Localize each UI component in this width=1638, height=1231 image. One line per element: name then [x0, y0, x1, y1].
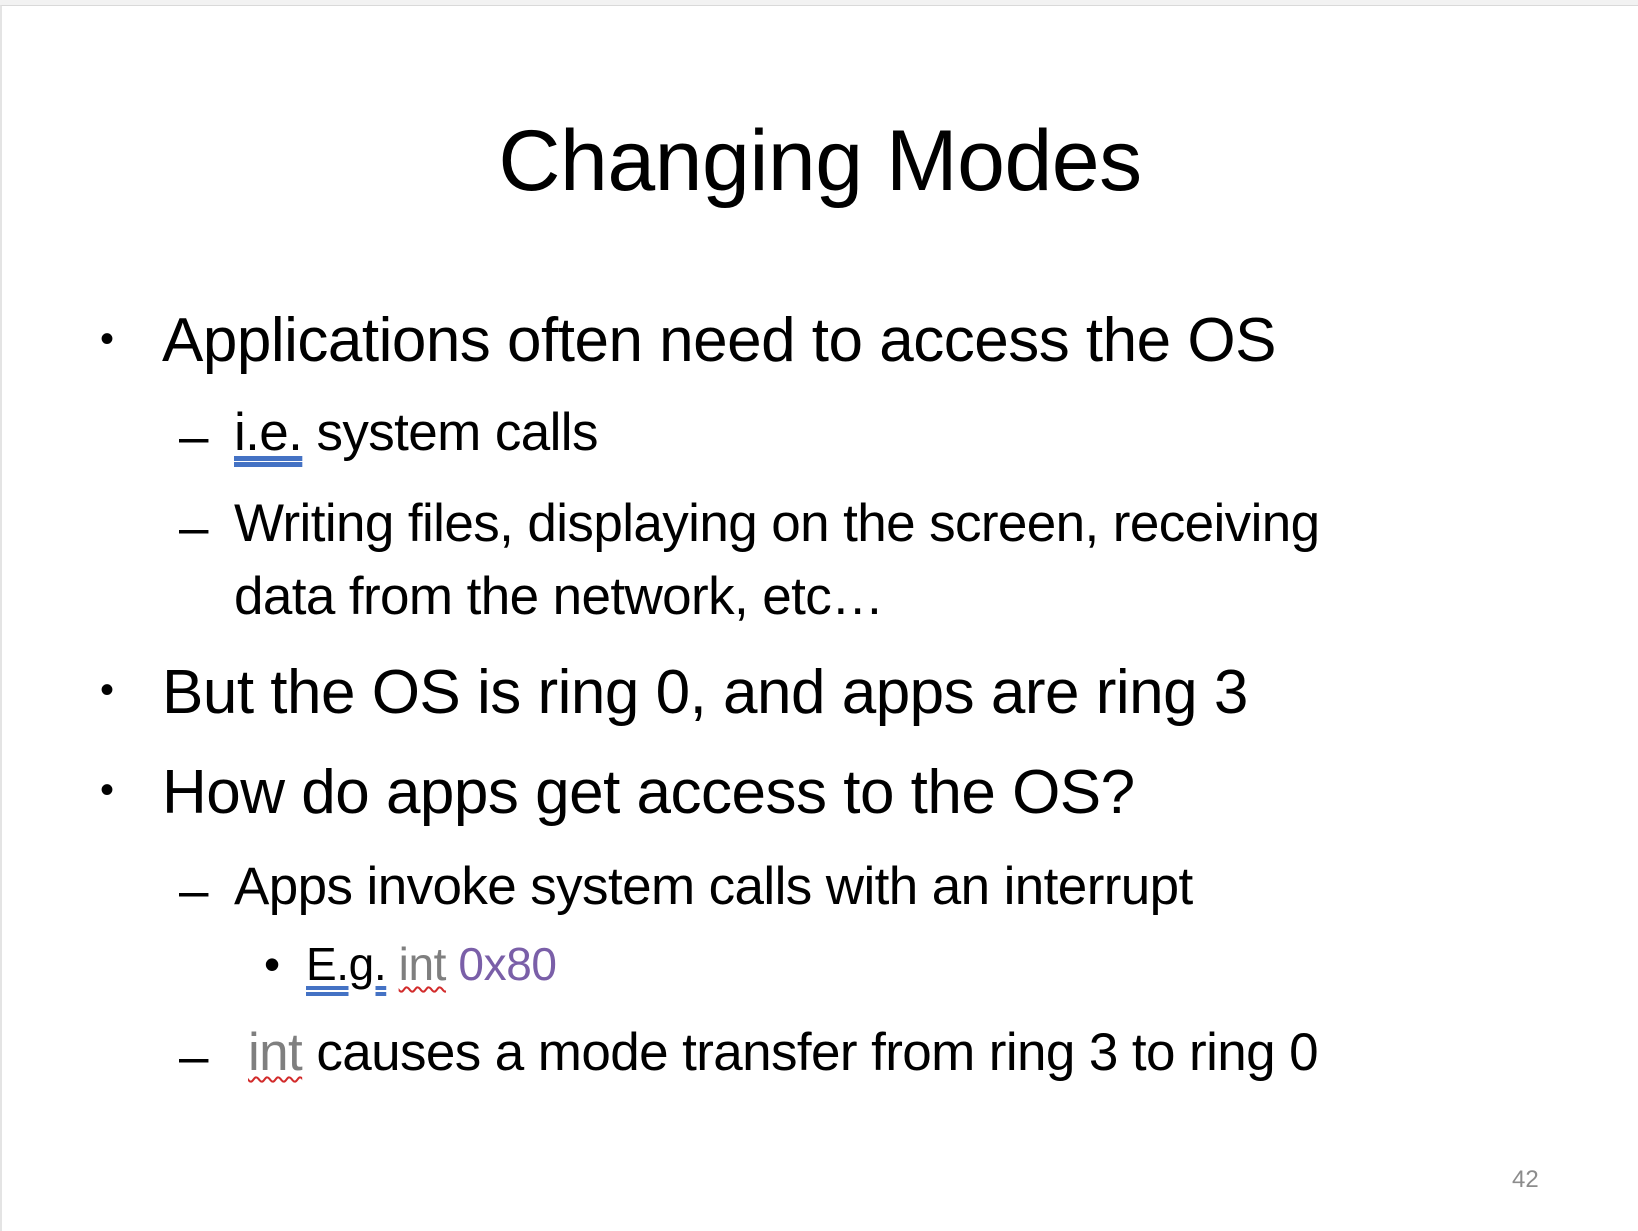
dash-marker: – — [179, 407, 208, 466]
dash-marker: – — [179, 1027, 208, 1086]
abbr-ie: i.e. — [234, 403, 303, 462]
code-int: int — [248, 1023, 303, 1082]
dash-marker: – — [179, 861, 208, 920]
slide-title: Changing Modes — [498, 113, 1142, 209]
abbr-eg: E.g. — [306, 938, 387, 990]
code-int: int — [398, 938, 447, 990]
subbullet-writing-files-line2: data from the network, etc… — [234, 567, 884, 626]
page-number: 42 — [1512, 1166, 1539, 1193]
slide: Changing Modes • Applications often need… — [0, 5, 1638, 1231]
bullet-applications: Applications often need to access the OS — [162, 306, 1276, 375]
subbullet-system-calls-text: system calls — [302, 403, 598, 462]
subbullet-mode-transfer-text: causes a mode transfer from ring 3 to ri… — [302, 1023, 1319, 1082]
subbullet-system-calls: i.e. system calls — [234, 406, 598, 459]
bullet-marker: • — [100, 768, 115, 812]
bullet-marker: • — [100, 668, 115, 712]
subbullet-writing-files-line1: Writing files, displaying on the screen,… — [234, 494, 1320, 553]
bullet-marker-small: • — [264, 938, 280, 990]
code-hex-value: 0x80 — [458, 938, 557, 990]
subbullet-interrupt: Apps invoke system calls with an interru… — [234, 857, 1193, 916]
subbullet-mode-transfer: int causes a mode transfer from ring 3 t… — [248, 1023, 1319, 1082]
dash-marker: – — [179, 498, 208, 557]
bullet-marker: • — [100, 317, 115, 361]
bullet-ring-levels: But the OS is ring 0, and apps are ring … — [162, 658, 1248, 727]
example-int-0x80: E.g. int 0x80 — [306, 941, 557, 987]
bullet-access-question: How do apps get access to the OS? — [162, 758, 1135, 827]
